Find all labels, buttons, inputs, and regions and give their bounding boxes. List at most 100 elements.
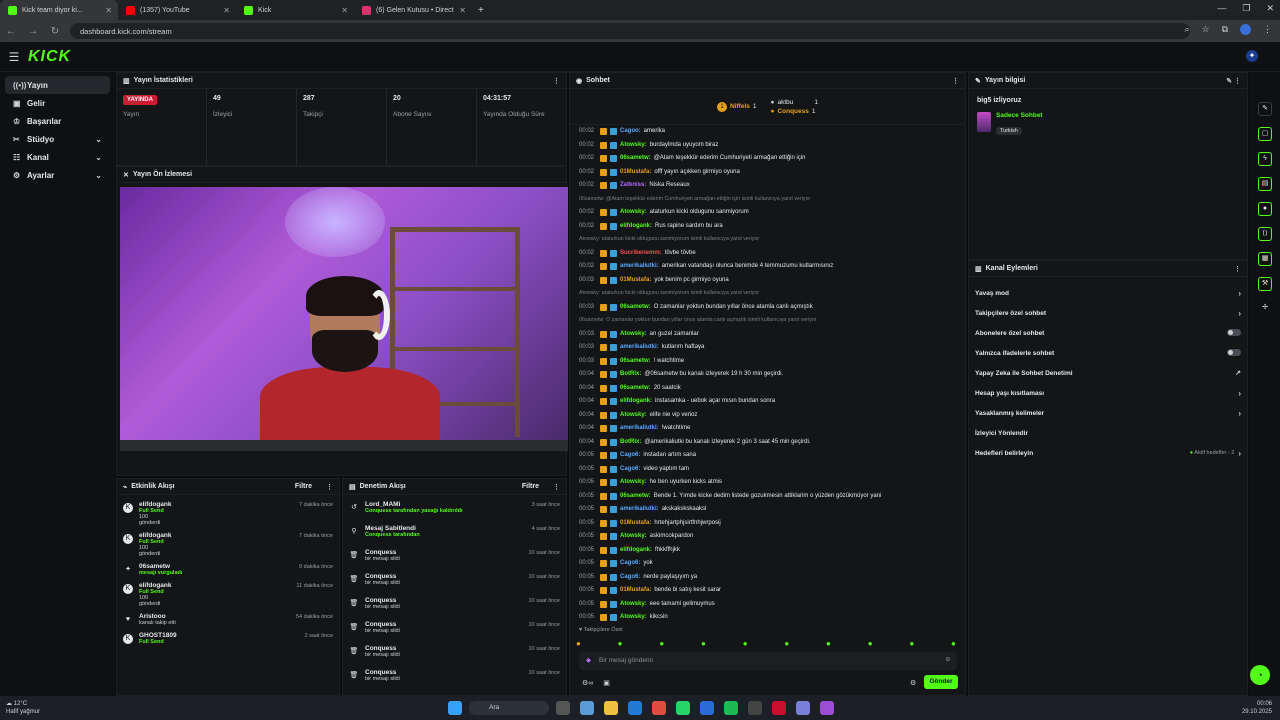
taskbar-search[interactable]: Ara [469,701,549,715]
chat-message[interactable]: 00:05 elifdogank: fhkkffhjkk [570,544,965,558]
chat-username[interactable]: Atowsky: [620,611,647,625]
chat-message[interactable]: 00:04 BotRix: @06sametw bu kanalı izleyere… [570,368,965,382]
chat-message[interactable]: 00:02 Cagoo: amerika [570,125,965,139]
sidebar-item-gelir[interactable]: ▣ Gelir [5,94,110,112]
windows-start-icon[interactable] [448,701,462,715]
profile-avatar[interactable] [1240,24,1251,35]
chat-username[interactable]: elifdogank: [620,395,652,409]
timer-icon[interactable]: ▣ [603,680,610,687]
chat-message[interactable]: 00:05 Cago6: yok [570,557,965,571]
reload-icon[interactable]: ↻ [44,26,66,37]
chat-message[interactable]: 00:02 Atowsky: ataturkun kicki oldugunu sa… [570,206,965,220]
chat-message[interactable]: 00:03 amerikaliutki: kutlarım haftaya [570,341,965,355]
more-menu-icon[interactable]: ⋮ [1234,265,1241,273]
emote-icon[interactable]: ● [909,639,914,648]
browser-icon[interactable] [700,701,714,715]
chat-username[interactable]: 01Mustafa: [620,166,651,180]
chat-message[interactable]: 00:05 Atowsky: eee tamami gelimuymus [570,598,965,612]
emoji-icon[interactable]: ☺ [944,656,951,663]
chat-message[interactable]: 00:02 Sucribenemm: tövbe tövbe [570,247,965,261]
chat-message[interactable]: 00:02 elifdogank: Rus rapine sardım bu ara [570,220,965,234]
sidebar-item-studyo[interactable]: ✂ Stüdyo ⌄ [5,130,110,148]
edge-icon[interactable] [628,701,642,715]
file-explorer-icon[interactable] [604,701,618,715]
chat-username[interactable]: 01Mustafa: [620,584,651,598]
bookmark-star-icon[interactable]: ☆ [1201,24,1209,35]
url-input[interactable]: dashboard.kick.com/stream [70,23,1190,39]
chat-username[interactable]: Zatkniss: [620,179,646,193]
browser-tab-kick-team[interactable]: Kick team diyor ki... ✕ [0,0,118,20]
chat-message[interactable]: 00:06 amerikaliutki:ankaralı namık - doku… [570,625,965,626]
category-name[interactable]: Sadece Sohbet [996,112,1043,119]
server-icon[interactable]: ▦ [1258,252,1272,266]
chat-username[interactable]: 01Mustafa: [620,274,651,288]
chat-message[interactable]: 00:03 06sametw: O zamanlar yoktun bundan y… [570,301,965,315]
chat-message[interactable]: 00:04 amerikaliutki: !watchtime [570,422,965,436]
chat-username[interactable]: amerikaliutki: [620,503,659,517]
task-view-icon[interactable] [556,701,570,715]
chat-username[interactable]: Atowsky: [620,139,647,153]
mod-tools-icon[interactable]: ⚙∞ [582,680,593,687]
chat-message[interactable]: 00:04 BotRix: @amerikaliutki bu kanalı izl… [570,436,965,450]
close-tab-icon[interactable]: ✕ [459,6,466,15]
action-account-age[interactable]: Hesap yaşı kısıtlaması › [969,383,1247,403]
new-tab-button[interactable]: + [472,5,490,16]
sidebar-item-basarilar[interactable]: ♔ Başarılar [5,112,110,130]
emote-icon[interactable]: ● [701,639,706,648]
extensions-icon[interactable]: ⧉ [1222,24,1228,35]
chat-username[interactable]: 06sametw: [620,301,651,315]
browser-tab-instagram[interactable]: (6) Gelen Kutusu • Direct ✕ [354,0,472,20]
subscribers-only-toggle[interactable] [1227,328,1241,336]
chat-bubble-icon[interactable]: ● [1258,202,1272,216]
filter-button[interactable]: Filtre [295,483,312,490]
chat-username[interactable]: Atowsky: [620,206,647,220]
chat-username[interactable]: Atowsky: [620,530,647,544]
chat-message[interactable]: 00:03 01Mustafa: yok benim pc girmiyo oyun… [570,274,965,288]
chrome-icon[interactable] [652,701,666,715]
emote-icon[interactable]: ● [826,639,831,648]
chat-message[interactable]: 00:05 Cago6: video yaptım tam [570,463,965,477]
chat-message[interactable]: 00:02 Zatkniss: Niska Reseaux [570,179,965,193]
help-chat-button[interactable]: ◔ [1250,665,1270,685]
browser-tab-youtube[interactable]: (1357) YouTube ✕ [118,0,236,20]
emote-icon[interactable]: ● [951,639,956,648]
chat-username[interactable]: Cago6: [620,557,640,571]
edit-layout-icon[interactable]: ✎ [1258,102,1272,116]
whatsapp-icon[interactable] [676,701,690,715]
chat-username[interactable]: 06sametw: [620,355,651,369]
share-icon[interactable]: ✢ [1258,302,1272,316]
chat-message[interactable]: 00:05 amerikaliutki: akskakskskaaksl [570,503,965,517]
app-icon[interactable] [748,701,762,715]
minimize-icon[interactable]: — [1217,3,1226,14]
chat-message[interactable]: 00:05 Atowsky: kikcsin [570,611,965,625]
chat-username[interactable]: BotRix: [620,368,641,382]
browser-tab-kick[interactable]: Kick ✕ [236,0,354,20]
lightning-icon[interactable]: ϟ [1258,152,1272,166]
chat-message[interactable]: 00:05 01Mustafa: bende bi satış kesit sara… [570,584,965,598]
chat-message[interactable]: 00:05 Cago6: instadan artım sana [570,449,965,463]
action-banned-words[interactable]: Yasaklanmış kelimeler › [969,403,1247,423]
widget-icon[interactable]: ▢ [1258,127,1272,141]
chat-message[interactable]: 00:03 06sametw:! watchtime [570,355,965,369]
action-followers-only[interactable]: Takipçilere özel sohbet › [969,303,1247,323]
emote-icon[interactable]: ● [576,639,581,648]
action-ai-moderation[interactable]: Yapay Zeka ile Sohbet Denetimi ↗ [969,363,1247,383]
emotes-only-toggle[interactable] [1227,348,1241,356]
maximize-icon[interactable]: ❐ [1242,3,1250,14]
chat-username[interactable]: amerikaliutki: [620,341,659,355]
chat-username[interactable]: Atowsky: [620,598,647,612]
chat-username[interactable]: 06sametw: [620,490,651,504]
chat-message[interactable]: 00:04 06sametw: 20 saatcik [570,382,965,396]
app-icon[interactable] [820,701,834,715]
chat-message[interactable]: 00:02 01Mustafa: offf yayın açıkken girmiy… [570,166,965,180]
chat-message[interactable]: 00:04 Atowsky: elife nie vip verioz [570,409,965,423]
chat-message[interactable]: 00:05 01Mustafa: hrtehjartphjsirtfnhjwrpos… [570,517,965,531]
close-tab-icon[interactable]: ✕ [105,6,112,15]
clock[interactable]: 00:06 29.10.2025 [1242,700,1272,716]
chat-username[interactable]: Atowsky: [620,476,647,490]
close-tab-icon[interactable]: ✕ [341,6,348,15]
emote-icon[interactable]: ● [784,639,789,648]
sidebar-item-ayarlar[interactable]: ⚙ Ayarlar ⌄ [5,166,110,184]
filter-button[interactable]: Filtre [522,483,539,490]
chat-username[interactable]: Atowsky: [620,409,647,423]
